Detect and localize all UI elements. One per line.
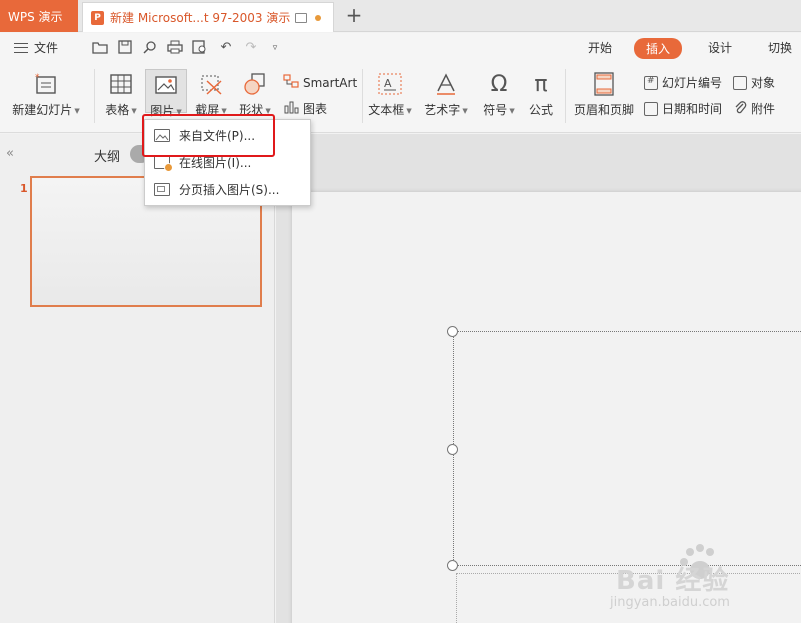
- shape-icon: [242, 71, 268, 97]
- chart-label: 图表: [303, 102, 328, 116]
- header-footer-label: 页眉和页脚: [573, 103, 634, 117]
- wordart-icon: [433, 71, 459, 97]
- paperclip-icon: [733, 100, 747, 117]
- object-icon: [733, 75, 747, 90]
- monitor-icon[interactable]: [295, 12, 308, 23]
- datetime-button[interactable]: 日期和时间: [644, 100, 722, 117]
- new-tab-button[interactable]: +: [343, 4, 365, 26]
- title-tab-bar: WPS 演示 P 新建 Microsoft...t 97-2003 演示 +: [0, 0, 801, 32]
- file-menu-label: 文件: [34, 41, 59, 55]
- page-insert-image-icon: [154, 183, 170, 196]
- print-preview-icon[interactable]: [192, 40, 208, 56]
- red-highlight-annotation: [142, 114, 275, 157]
- object-label: 对象: [751, 76, 776, 90]
- tab-design[interactable]: 设计: [708, 39, 732, 56]
- screenshot-icon: [198, 71, 224, 97]
- shape-button[interactable]: 形状 ▼: [236, 71, 274, 118]
- document-tab-label: 新建 Microsoft...t 97-2003 演示: [110, 11, 291, 25]
- smartart-icon: [283, 74, 299, 91]
- table-button[interactable]: 表格 ▼: [102, 71, 140, 118]
- hamburger-icon: [14, 42, 28, 53]
- search-icon[interactable]: [142, 40, 158, 56]
- app-tab-label: WPS 演示: [8, 9, 63, 24]
- object-button[interactable]: 对象: [733, 74, 775, 91]
- menu-row: 文件 ↶ ↷ ▿ 开始 插入 设计 切换: [0, 33, 801, 63]
- formula-button[interactable]: π 公式: [524, 71, 558, 118]
- print-icon[interactable]: [167, 40, 183, 56]
- app-tab-wps[interactable]: WPS 演示: [0, 0, 78, 32]
- smartart-button[interactable]: SmartArt: [283, 74, 357, 91]
- title-placeholder[interactable]: [453, 331, 801, 566]
- symbol-button[interactable]: Ω 符号 ▼: [480, 71, 518, 118]
- attachment-button[interactable]: 附件: [733, 100, 775, 117]
- resize-handle[interactable]: [447, 326, 458, 337]
- textbox-button[interactable]: A 文本框 ▼: [366, 71, 414, 118]
- undo-icon[interactable]: ↶: [218, 40, 234, 56]
- table-icon: [108, 71, 134, 97]
- watermark-url: jingyan.baidu.com: [610, 595, 730, 610]
- insert-ribbon: * 新建幻灯片 ▼ 表格 ▼ 图片 ▼ 截屏 ▼ 形状 ▼ SmartArt 图表: [0, 63, 801, 133]
- watermark-brand: Bai 经验: [616, 566, 730, 596]
- svg-text:*: *: [35, 73, 40, 83]
- datetime-label: 日期和时间: [662, 102, 723, 116]
- symbol-label: 符号: [483, 103, 508, 117]
- open-folder-icon[interactable]: [92, 40, 108, 56]
- resize-handle[interactable]: [447, 444, 458, 455]
- wordart-label: 艺术字: [424, 103, 461, 117]
- collapse-panel-icon[interactable]: «: [6, 146, 14, 161]
- unsaved-dot-icon: [315, 14, 322, 21]
- screenshot-button[interactable]: 截屏 ▼: [192, 71, 230, 118]
- calendar-icon: [644, 101, 658, 116]
- wordart-button[interactable]: 艺术字 ▼: [422, 71, 470, 118]
- slide-number-button[interactable]: # 幻灯片编号: [644, 74, 722, 91]
- slide-panel: « 大纲 1: [0, 134, 275, 623]
- menu-item-page-insert-picture[interactable]: 分页插入图片(S)...: [145, 177, 310, 202]
- new-slide-label: 新建幻灯片: [12, 103, 73, 117]
- header-footer-button[interactable]: 页眉和页脚: [572, 71, 636, 118]
- baidu-watermark: Bai 经验 jingyan.baidu.com: [610, 540, 800, 620]
- presentation-icon: P: [91, 10, 104, 25]
- svg-text:A: A: [384, 77, 392, 90]
- tab-transition[interactable]: 切换: [768, 39, 792, 56]
- pi-icon: π: [534, 71, 548, 97]
- outline-tab[interactable]: 大纲: [94, 146, 120, 165]
- online-image-icon: [154, 156, 173, 172]
- new-slide-button[interactable]: * 新建幻灯片 ▼: [10, 71, 82, 118]
- textbox-label: 文本框: [368, 103, 405, 117]
- picture-icon: [153, 72, 179, 98]
- formula-label: 公式: [528, 103, 553, 117]
- smartart-label: SmartArt: [303, 75, 358, 90]
- chart-icon: [283, 100, 299, 117]
- file-menu-button[interactable]: 文件: [14, 39, 58, 56]
- customize-dropdown-icon[interactable]: ▿: [267, 40, 283, 56]
- new-slide-icon: *: [33, 71, 59, 97]
- picture-button[interactable]: 图片 ▼: [145, 69, 187, 118]
- slide-number-label: 幻灯片编号: [662, 76, 723, 90]
- chart-button[interactable]: 图表: [283, 100, 327, 117]
- redo-icon[interactable]: ↷: [243, 40, 259, 56]
- menu-item-label: 分页插入图片(S)...: [179, 183, 280, 197]
- table-label: 表格: [105, 103, 130, 117]
- tab-insert[interactable]: 插入: [634, 38, 683, 59]
- save-icon[interactable]: [117, 40, 133, 56]
- resize-handle[interactable]: [447, 560, 458, 571]
- document-tab[interactable]: P 新建 Microsoft...t 97-2003 演示: [82, 2, 334, 32]
- header-footer-icon: [591, 71, 617, 97]
- attachment-label: 附件: [751, 102, 776, 116]
- slide-number: 1: [20, 182, 28, 195]
- tab-home[interactable]: 开始: [588, 39, 612, 56]
- slide-number-icon: #: [644, 75, 658, 90]
- omega-icon: Ω: [490, 71, 508, 97]
- textbox-icon: A: [377, 71, 403, 97]
